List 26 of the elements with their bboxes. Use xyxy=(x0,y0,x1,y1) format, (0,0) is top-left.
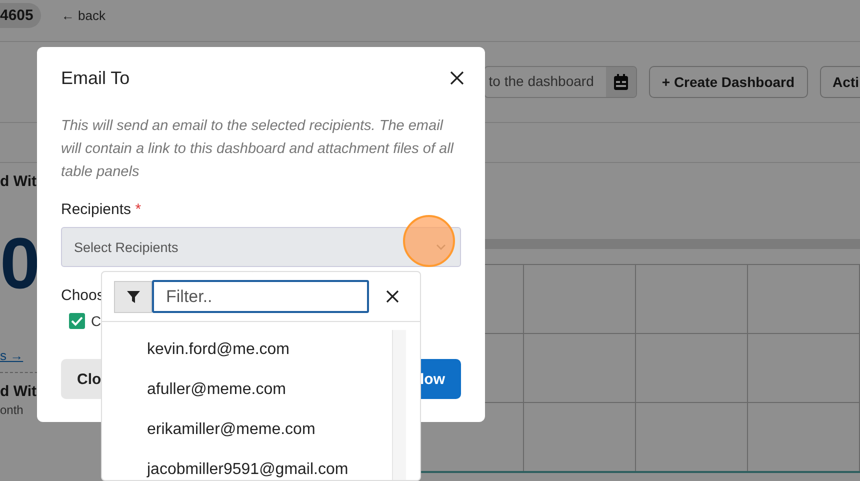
dialog-description: This will send an email to the selected recipients. The email will contain a link to this dashboard and attachment files of all table panels xyxy=(61,117,455,182)
recipient-option[interactable]: kevin.ford@me.com xyxy=(147,340,290,360)
back-link[interactable]: ← back xyxy=(61,8,106,23)
recipient-option[interactable]: erikamiller@meme.com xyxy=(147,420,316,440)
recipient-option[interactable]: afuller@meme.com xyxy=(147,380,286,400)
toolbar-button[interactable]: + Create Dashboard xyxy=(648,66,808,98)
filter-icon xyxy=(126,290,140,302)
checkbox[interactable] xyxy=(69,313,85,329)
filter-field[interactable]: Filter.. xyxy=(152,280,369,313)
filter-button[interactable] xyxy=(114,280,152,312)
date-field[interactable]: to the dashboard xyxy=(484,66,637,98)
close-icon[interactable] xyxy=(450,71,464,85)
panel-subtitle: onth xyxy=(0,403,24,417)
metric-value: 0 xyxy=(0,228,40,300)
field-label: Recipients xyxy=(61,201,132,218)
checkbox-label: C xyxy=(91,313,102,329)
required-mark: * xyxy=(135,201,142,218)
dialog-title: Email To xyxy=(61,68,130,88)
id-badge: 4605 xyxy=(0,3,42,28)
recipient-option[interactable]: jacobmiller9591@gmail.com xyxy=(147,460,348,480)
toolbar-button[interactable]: Acti xyxy=(820,66,860,98)
panel-title: d Wit xyxy=(0,173,37,190)
details-link[interactable]: s → xyxy=(0,348,24,363)
clear-icon[interactable] xyxy=(386,290,399,303)
calendar-icon xyxy=(614,74,628,90)
panel-title: d Wit xyxy=(0,383,37,400)
